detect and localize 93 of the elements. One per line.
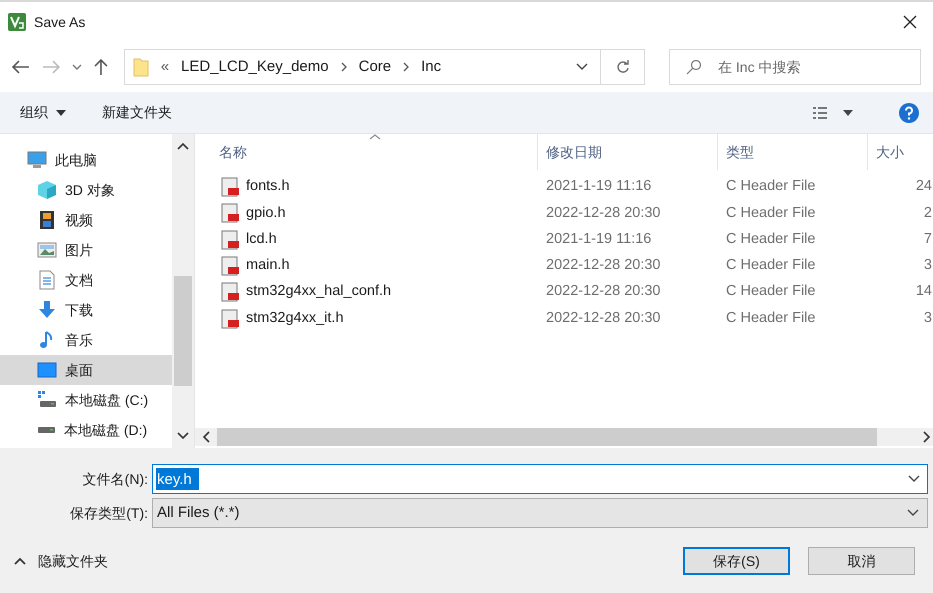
table-cell-text: 2022-12-28 20:30 bbox=[545, 308, 662, 328]
search-field[interactable]: 在 Inc 中搜索 bbox=[669, 49, 921, 85]
drive-icon bbox=[37, 426, 56, 434]
file-name[interactable]: stm32g4xx_it.h bbox=[246, 308, 344, 330]
table-cell-text: 2 bbox=[922, 204, 933, 223]
nav-item[interactable]: 文档 bbox=[0, 265, 172, 295]
table-cell-text: C Header File bbox=[725, 282, 816, 302]
table-cell-text: C Header File bbox=[725, 256, 816, 276]
file-icon bbox=[221, 177, 240, 198]
nav-item[interactable]: 3D 对象 bbox=[0, 175, 172, 205]
filename-field[interactable]: key.h bbox=[152, 464, 928, 494]
file-name[interactable]: stm32g4xx_hal_conf.h bbox=[246, 281, 392, 304]
file-icon bbox=[221, 308, 240, 329]
download-icon bbox=[37, 300, 57, 320]
organize-menu[interactable]: 组织 bbox=[20, 102, 66, 123]
cancel-button[interactable]: 取消 bbox=[808, 547, 915, 575]
save-button[interactable]: 保存(S) bbox=[683, 547, 790, 575]
refresh-button[interactable] bbox=[601, 49, 645, 85]
file-name[interactable]: lcd.h bbox=[246, 228, 277, 251]
file-type-dropdown[interactable]: All Files (*.*) bbox=[152, 498, 928, 528]
file-type-label: 保存类型(T): bbox=[69, 504, 149, 523]
film-icon bbox=[37, 210, 57, 230]
address-bar[interactable]: « LED_LCD_Key_demo Core Inc bbox=[124, 49, 602, 85]
table-cell-text: 2022-12-28 20:30 bbox=[545, 282, 662, 302]
breadcrumb[interactable]: Inc bbox=[421, 56, 442, 78]
filename-label: 文件名(N): bbox=[82, 470, 149, 489]
chevron-right-icon[interactable] bbox=[403, 62, 410, 72]
chevron-right-icon[interactable] bbox=[340, 62, 347, 72]
file-name[interactable]: fonts.h bbox=[246, 176, 290, 198]
desktop-icon bbox=[37, 360, 57, 380]
table-cell-text: 24 bbox=[914, 177, 933, 196]
chevron-down-icon[interactable] bbox=[908, 475, 920, 483]
view-options-icon[interactable] bbox=[813, 106, 855, 120]
new-folder-button[interactable]: 新建文件夹 bbox=[102, 102, 172, 123]
scroll-down-icon[interactable] bbox=[177, 432, 189, 440]
document-icon bbox=[37, 270, 57, 290]
file-icon bbox=[221, 203, 240, 224]
table-cell-text: 7 bbox=[922, 230, 933, 249]
nav-item[interactable]: 桌面 bbox=[0, 355, 172, 385]
table-cell-text: 3 bbox=[922, 308, 933, 328]
column-header[interactable]: 修改日期 bbox=[537, 134, 717, 170]
file-icon bbox=[221, 230, 240, 250]
help-icon[interactable] bbox=[899, 102, 919, 122]
table-cell-text: C Header File bbox=[725, 204, 816, 223]
computer-icon bbox=[27, 150, 47, 170]
column-header[interactable]: 名称 bbox=[195, 134, 537, 170]
chevron-down-icon bbox=[907, 509, 919, 517]
nav-item[interactable]: 本地磁盘 (D:) bbox=[0, 415, 172, 445]
close-icon[interactable] bbox=[903, 15, 917, 29]
file-icon bbox=[221, 282, 240, 302]
caret-icon bbox=[56, 110, 66, 116]
nav-item[interactable]: 音乐 bbox=[0, 325, 172, 355]
table-cell-text: 2021-1-19 11:16 bbox=[545, 230, 652, 249]
scrollbar-thumb[interactable] bbox=[174, 276, 192, 386]
breadcrumb[interactable]: Core bbox=[358, 56, 392, 78]
drive-icon bbox=[37, 390, 57, 410]
nav-item[interactable]: 视频 bbox=[0, 205, 172, 235]
hide-folders-toggle[interactable]: 隐藏文件夹 bbox=[14, 550, 108, 572]
table-cell-text: 3 bbox=[922, 256, 933, 276]
table-cell-text: C Header File bbox=[725, 308, 816, 328]
app-icon bbox=[8, 13, 26, 31]
vertical-scrollbar[interactable] bbox=[172, 134, 195, 448]
chevron-down-icon[interactable] bbox=[576, 63, 588, 71]
column-header[interactable]: 类型 bbox=[717, 134, 867, 170]
picture-icon bbox=[37, 240, 57, 260]
nav-item[interactable]: 下载 bbox=[0, 295, 172, 325]
table-cell-text: 2022-12-28 20:30 bbox=[545, 204, 662, 223]
table-cell-text: 2021-1-19 11:16 bbox=[545, 177, 652, 196]
window-title: Save As bbox=[34, 12, 86, 32]
back-icon[interactable] bbox=[12, 60, 30, 74]
column-header[interactable]: 大小 bbox=[867, 134, 933, 170]
scroll-left-icon[interactable] bbox=[202, 431, 210, 443]
table-cell-text: C Header File bbox=[725, 230, 816, 249]
table-cell-text: 14 bbox=[914, 282, 933, 302]
chevron-down-icon[interactable] bbox=[72, 63, 82, 71]
cube-icon bbox=[37, 180, 57, 200]
breadcrumb[interactable]: LED_LCD_Key_demo bbox=[181, 56, 329, 78]
nav-item[interactable]: 此电脑 bbox=[0, 145, 172, 175]
nav-item[interactable]: 图片 bbox=[0, 235, 172, 265]
table-cell-text: C Header File bbox=[725, 177, 816, 196]
chevron-up-icon bbox=[14, 557, 26, 565]
file-icon bbox=[221, 256, 240, 276]
scroll-right-icon[interactable] bbox=[923, 431, 931, 443]
folder-icon bbox=[132, 57, 149, 77]
search-icon bbox=[686, 59, 702, 75]
overflow-chevron[interactable]: « bbox=[160, 56, 170, 78]
table-cell-text: 2022-12-28 20:30 bbox=[545, 256, 662, 276]
file-name[interactable]: main.h bbox=[246, 255, 290, 277]
refresh-icon bbox=[616, 60, 630, 74]
scroll-up-icon[interactable] bbox=[177, 142, 189, 150]
up-icon[interactable] bbox=[94, 58, 108, 76]
nav-item[interactable]: 本地磁盘 (C:) bbox=[0, 385, 172, 415]
file-name[interactable]: gpio.h bbox=[246, 202, 286, 224]
